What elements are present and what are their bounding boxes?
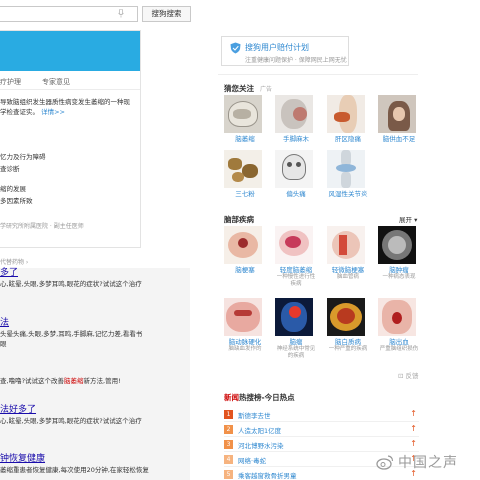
trend-up-icon: ↑ (410, 409, 417, 418)
trend-up-icon: ↑ (410, 439, 417, 448)
brain-tumor-image (275, 298, 313, 336)
weibo-logo-icon (376, 454, 394, 470)
rank-badge: 4 (224, 455, 233, 464)
hot-list-item[interactable]: 2 人造太阳1亿度 ↑ (224, 422, 419, 437)
skull-image (275, 150, 313, 188)
result-item: 法 头晕头痛,头眼,多梦,耳鸣,手脚麻,记忆力差,看看书 眼 (0, 318, 190, 349)
brain-tile[interactable]: 脑出血 严重脑组织损伤 (378, 298, 420, 353)
knee-joint-image (327, 150, 365, 188)
search-button[interactable]: 搜狗搜索 (142, 6, 191, 22)
result-snippet: 心,眩晕,头眼,多梦耳鸣,眼花的症状?试试这个治疗 (0, 417, 142, 425)
hot-list-item[interactable]: 1 斯德李去世 ↑ (224, 407, 419, 422)
headache-woman-image (378, 95, 416, 133)
result-item: 查,噜噜?试试这个改善脑萎缩新方法,管用! (0, 376, 190, 386)
brain-tile[interactable]: 轻微脑梗塞 脑血管病 (327, 226, 369, 281)
card-list: 忆力及行为障碍 查诊断 缩的发展 多因素所致 (0, 151, 46, 207)
card-source: 学研究所附属医院 · 副主任医师 (0, 223, 84, 230)
result-title[interactable]: 法好多了 (0, 405, 190, 416)
guess-section-title: 猜您关注 广告 (224, 84, 273, 93)
promo-title: 搜狗用户赔付计划 (245, 43, 309, 52)
result-snippet: 眼 (0, 340, 7, 348)
user-compensation-banner[interactable]: 搜狗用户赔付计划 注重健康问题保护 · 保障网民上网无忧 (221, 36, 349, 66)
trend-up-icon: ↑ (410, 424, 417, 433)
brain-tile[interactable]: 脑动脉硬化 脑缺血发作的 (224, 298, 266, 353)
highlight-keyword: 脑萎缩 (64, 377, 84, 385)
result-snippet: 心,眩晕,头眼,多梦耳鸣,眼花的症状?试试这个治疗 (0, 280, 142, 288)
sanqi-powder-image (224, 150, 262, 188)
rank-badge: 5 (224, 470, 233, 479)
brain-atrophy-image (224, 95, 262, 133)
knowledge-card: 疗护理 专家意见 导致脑组织发生器质性病变发生萎缩的一种现 学检查证实。 详情>… (0, 30, 141, 248)
hand-numbness-image (275, 95, 313, 133)
ad-label: 广告 (260, 86, 273, 93)
result-title[interactable]: 钟恢复健康 (0, 454, 190, 465)
card-list-item[interactable]: 多因素所致 (0, 195, 46, 207)
feedback-icon: ⊡ (398, 372, 404, 380)
watermark-text: 中国之声 (398, 455, 458, 471)
tab-treatment[interactable]: 疗护理 (0, 77, 21, 87)
guess-tile[interactable]: 三七粉 (224, 150, 266, 198)
card-line: 学检查证实。 (0, 108, 39, 116)
chevron-down-icon: ▾ (414, 216, 418, 224)
expand-link[interactable]: 展开 ▾ (399, 214, 417, 224)
feedback-link[interactable]: ⊡ 反馈 (398, 370, 419, 380)
shield-icon (230, 42, 241, 54)
result-item: 钟恢复健康 萎缩重患者恢复健康,每次使用20分钟,在家轻松恢复 (0, 454, 190, 475)
rank-badge: 1 (224, 410, 233, 419)
hot-list-item[interactable]: 3 河北博野水污染 ↑ (224, 437, 419, 452)
guess-tile[interactable]: 肝区隐痛 (327, 95, 369, 143)
guess-tile[interactable]: 风湿性关节炎 (327, 150, 369, 198)
divider (218, 74, 418, 75)
result-snippet: 查,噜噜?试试这个改善脑萎缩新方法,管用! (0, 377, 121, 385)
card-list-item[interactable]: 查诊断 (0, 163, 46, 175)
microphone-icon[interactable] (118, 8, 124, 18)
tab-expert-opinion[interactable]: 专家意见 (42, 77, 70, 87)
guess-tile[interactable]: 偏头痛 (275, 150, 317, 198)
mild-brain-atrophy-image (275, 226, 313, 264)
arteriosclerosis-image (224, 298, 262, 336)
card-list-item[interactable]: 缩的发展 (0, 183, 46, 195)
details-link[interactable]: 详情>> (41, 108, 65, 116)
brain-tile[interactable]: 脑梗塞 (224, 226, 266, 274)
rank-badge: 2 (224, 425, 233, 434)
brain-section-title: 脑部疾病 (224, 215, 254, 224)
rank-badge: 3 (224, 440, 233, 449)
guess-tile[interactable]: 脑萎缩 (224, 95, 266, 143)
hot-list-title: 新闻热搜榜-今日热点 (224, 393, 295, 402)
card-line: 导致脑组织发生器质性病变发生萎缩的一种现 (0, 98, 130, 106)
liver-pain-image (327, 95, 365, 133)
result-title[interactable]: 多了 (0, 268, 190, 279)
promo-subtitle: 注重健康问题保护 · 保障网民上网无忧 (245, 57, 347, 64)
result-snippet: 萎缩重患者恢复健康,每次使用20分钟,在家轻松恢复 (0, 466, 149, 474)
brain-tile[interactable]: 脑瘤 神经系统中常见的疾病 (275, 298, 317, 360)
result-item: 法好多了 心,眩晕,头眼,多梦耳鸣,眼花的症状?试试这个治疗 (0, 405, 190, 426)
brain-tile[interactable]: 脑肿瘤 一种病态表现 (378, 226, 420, 281)
card-tabs: 疗护理 专家意见 (0, 76, 140, 90)
mild-infarction-image (327, 226, 365, 264)
brain-tile[interactable]: 轻度脑萎缩 一种慢性进行性疾病 (275, 226, 317, 288)
guess-tile[interactable]: 手脚麻木 (275, 95, 317, 143)
guess-tile[interactable]: 脑供血不足 (378, 95, 420, 143)
card-list-item[interactable]: 忆力及行为障碍 (0, 151, 46, 163)
results-note: 代替药物 › (0, 259, 29, 266)
white-matter-image (327, 298, 365, 336)
cerebral-infarction-image (224, 226, 262, 264)
card-description: 导致脑组织发生器质性病变发生萎缩的一种现 学检查证实。 详情>> (0, 97, 138, 117)
cerebral-hemorrhage-image (378, 298, 416, 336)
result-item: 多了 心,眩晕,头眼,多梦耳鸣,眼花的症状?试试这个治疗 (0, 268, 190, 289)
watermark: 中国之声 (376, 452, 480, 474)
brain-tile[interactable]: 脑白质病 一种严重的疾病 (327, 298, 369, 353)
card-banner (0, 31, 140, 71)
sponsored-results (0, 268, 190, 480)
result-title[interactable]: 法 (0, 318, 190, 329)
result-snippet: 头晕头痛,头眼,多梦,耳鸣,手脚麻,记忆力差,看看书 (0, 330, 143, 338)
brain-tumor-mri-image (378, 226, 416, 264)
